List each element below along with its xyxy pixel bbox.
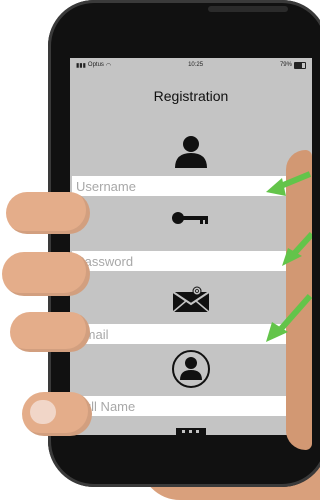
battery-percent: 79% bbox=[279, 62, 292, 68]
phone-screen: ▮▮▮ Optus ◠ 10:25 79% Registration bbox=[70, 58, 312, 435]
finger-index bbox=[6, 192, 90, 234]
envelope-icon bbox=[172, 286, 210, 314]
password-input[interactable] bbox=[72, 251, 308, 271]
arrow-pointer-password bbox=[282, 232, 312, 266]
status-time: 10:25 bbox=[188, 62, 204, 68]
carrier-label: Optus bbox=[87, 62, 104, 68]
fingernail bbox=[30, 400, 56, 424]
status-left: ▮▮▮ Optus ◠ bbox=[76, 62, 111, 69]
finger-ring bbox=[10, 312, 90, 352]
battery-icon bbox=[293, 61, 306, 69]
page-title: Registration bbox=[153, 88, 229, 104]
phone-icon bbox=[174, 426, 208, 435]
wifi-icon: ◠ bbox=[105, 62, 112, 69]
user-icon bbox=[171, 134, 211, 170]
status-right: 79% bbox=[279, 61, 306, 69]
key-icon bbox=[170, 208, 212, 228]
finger-middle bbox=[2, 252, 90, 296]
user-circle-icon bbox=[169, 349, 213, 389]
arrow-pointer-username bbox=[266, 171, 312, 196]
full-name-input[interactable] bbox=[72, 396, 308, 416]
status-bar: ▮▮▮ Optus ◠ 10:25 79% bbox=[70, 58, 312, 72]
arrow-pointer-email bbox=[266, 294, 312, 342]
phone-speaker bbox=[208, 6, 288, 12]
signal-icon: ▮▮▮ bbox=[76, 62, 86, 69]
